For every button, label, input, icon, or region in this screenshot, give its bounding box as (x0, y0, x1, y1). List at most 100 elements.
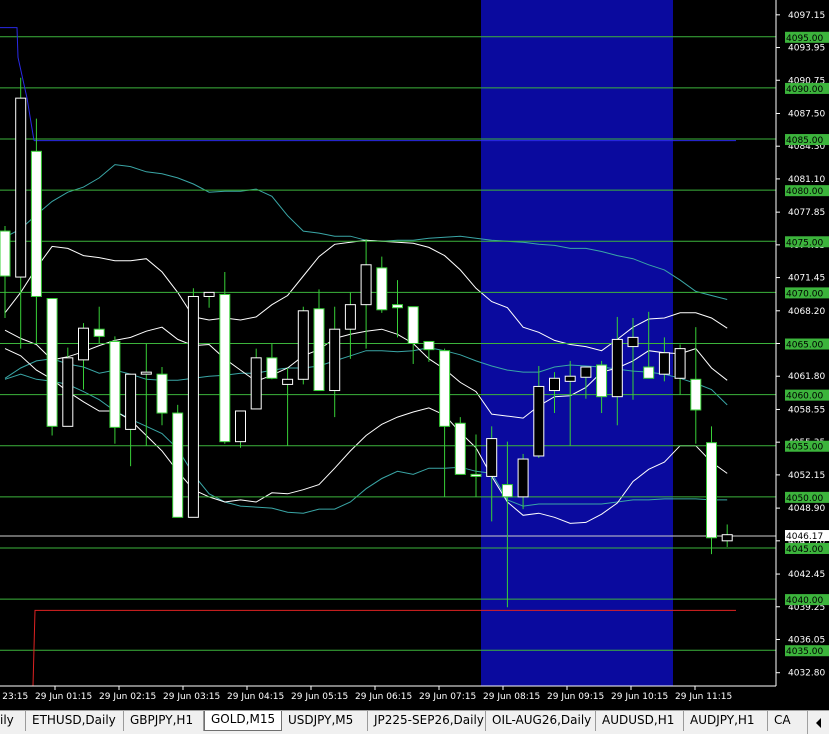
candle-body (250, 357, 262, 410)
price-axis-label: 4052.15 (788, 471, 825, 481)
candle-body (78, 327, 89, 361)
price-axis-label: 4032.80 (788, 669, 825, 679)
tab-label: AUDUSD,H1 (602, 713, 675, 727)
price-chart[interactable]: 4097.154093.954090.754087.504084.304081.… (0, 0, 829, 710)
candle-body (297, 310, 309, 380)
candle-body (407, 306, 419, 345)
candle-body (203, 291, 215, 297)
chart-tab-bar: ily ETHUSD,Daily GBPJPY,H1 GOLD,M15 USDJ… (0, 710, 829, 734)
candle-body (706, 442, 717, 539)
candle-body (235, 410, 246, 443)
price-axis-label: 4077.85 (788, 208, 825, 218)
candle-body (674, 348, 686, 379)
tab-usdjpy-m5[interactable]: USDJPY,M5 (282, 711, 368, 731)
price-axis-label: 4058.55 (788, 405, 825, 415)
candle-body (596, 364, 608, 398)
level-label: 4075.00 (786, 238, 823, 248)
candle-body (627, 336, 639, 348)
price-axis-label: 4036.05 (788, 635, 825, 645)
chart-area[interactable]: 4097.15 4093.95 4090.75 4087.50 4084.30 4081.… (0, 0, 829, 710)
level-label: 4090.00 (786, 85, 823, 95)
tab-label: OIL-AUG26,Daily (492, 713, 592, 727)
tab-label: ETHUSD,Daily (32, 713, 116, 727)
time-axis-label: 29 Jun 23:15 (0, 692, 28, 702)
candle-body (109, 340, 121, 428)
candle-body (454, 422, 466, 475)
price-axis-label: 4081.10 (788, 175, 825, 185)
tab-audjpy-h1[interactable]: AUDJPY,H1 (684, 711, 768, 731)
candle-body (15, 97, 27, 278)
time-axis-label: 29 Jun 09:15 (547, 692, 604, 702)
tab-gbpjpy-h1[interactable]: GBPJPY,H1 (124, 711, 204, 731)
level-label: 4045.00 (786, 545, 823, 555)
level-label: 4080.00 (786, 187, 823, 197)
time-axis-label: 29 Jun 04:15 (227, 692, 284, 702)
tab-gold-m15[interactable]: GOLD,M15 (204, 711, 282, 731)
level-label: 4095.00 (786, 34, 823, 44)
tab-label: ily (0, 713, 14, 727)
candle-body (423, 340, 435, 351)
candle-body (172, 412, 184, 518)
candle-body (0, 230, 11, 277)
tab-audusd-h1[interactable]: AUDUSD,H1 (596, 711, 684, 731)
candle-body (62, 357, 74, 427)
time-axis-label: 29 Jun 01:15 (35, 692, 92, 702)
candle-body (470, 473, 482, 477)
tab-ethusd-daily[interactable]: ETHUSD,Daily (26, 711, 124, 731)
tab-label: CA (774, 713, 791, 727)
candle-body (125, 373, 137, 430)
candle-body (611, 338, 623, 398)
time-axis-label: 29 Jun 11:15 (675, 692, 732, 702)
level-label: 4050.00 (786, 494, 823, 504)
price-axis-label: 4087.50 (788, 109, 825, 119)
candle-body (486, 438, 498, 477)
chevron-left-icon (815, 717, 821, 728)
time-axis-label: 29 Jun 07:15 (419, 692, 476, 702)
candle-body (313, 308, 325, 392)
tab-scroll-button[interactable] (807, 711, 829, 734)
level-label: 4040.00 (786, 596, 823, 606)
candle-body (439, 350, 451, 427)
level-label: 4085.00 (786, 136, 823, 146)
price-axis-label: 4093.95 (788, 44, 825, 54)
candle-body (533, 385, 545, 457)
candle-body (643, 366, 655, 379)
level-label: 4035.00 (786, 647, 823, 657)
candle-body (517, 458, 529, 498)
candle-body (360, 264, 372, 306)
candle-body (392, 304, 403, 309)
time-axis-label: 29 Jun 02:15 (99, 692, 156, 702)
candle-body (549, 377, 560, 392)
tab-ca-partial[interactable]: CA (768, 711, 808, 731)
candle-body (30, 150, 42, 297)
candle-body (156, 373, 168, 414)
candle-body (501, 484, 513, 498)
level-label: 4055.00 (786, 443, 823, 453)
candle-body (187, 295, 199, 518)
price-axis-label: 4048.90 (788, 504, 825, 514)
chart-background (0, 0, 829, 710)
session-highlight-zone (481, 0, 673, 686)
candle-body (219, 293, 231, 443)
price-axis-label: 4061.80 (788, 372, 825, 382)
candle-body (564, 375, 576, 382)
candle-body (266, 357, 278, 379)
tab-oil-daily[interactable]: OIL-AUG26,Daily (486, 711, 596, 731)
candle-body (93, 328, 105, 337)
candle-body (376, 267, 388, 311)
tab-label: GOLD,M15 (211, 712, 276, 726)
tab-label: JP225-SEP26,Daily (374, 713, 484, 727)
candle-body (721, 534, 733, 542)
tab-label: GBPJPY,H1 (130, 713, 194, 727)
tab-daily-partial[interactable]: ily (0, 711, 26, 731)
level-label: 4070.00 (786, 289, 823, 299)
time-axis-label: 29 Jun 10:15 (611, 692, 668, 702)
tab-jp225-daily[interactable]: JP225-SEP26,Daily (368, 711, 486, 731)
time-axis-label: 29 Jun 03:15 (163, 692, 220, 702)
current-price-label: 4046.17 (786, 532, 823, 542)
candle-body (46, 298, 58, 427)
candle-body (140, 371, 152, 375)
candle-body (344, 304, 356, 330)
tab-label: USDJPY,M5 (288, 713, 354, 727)
level-label: 4060.00 (786, 392, 823, 402)
